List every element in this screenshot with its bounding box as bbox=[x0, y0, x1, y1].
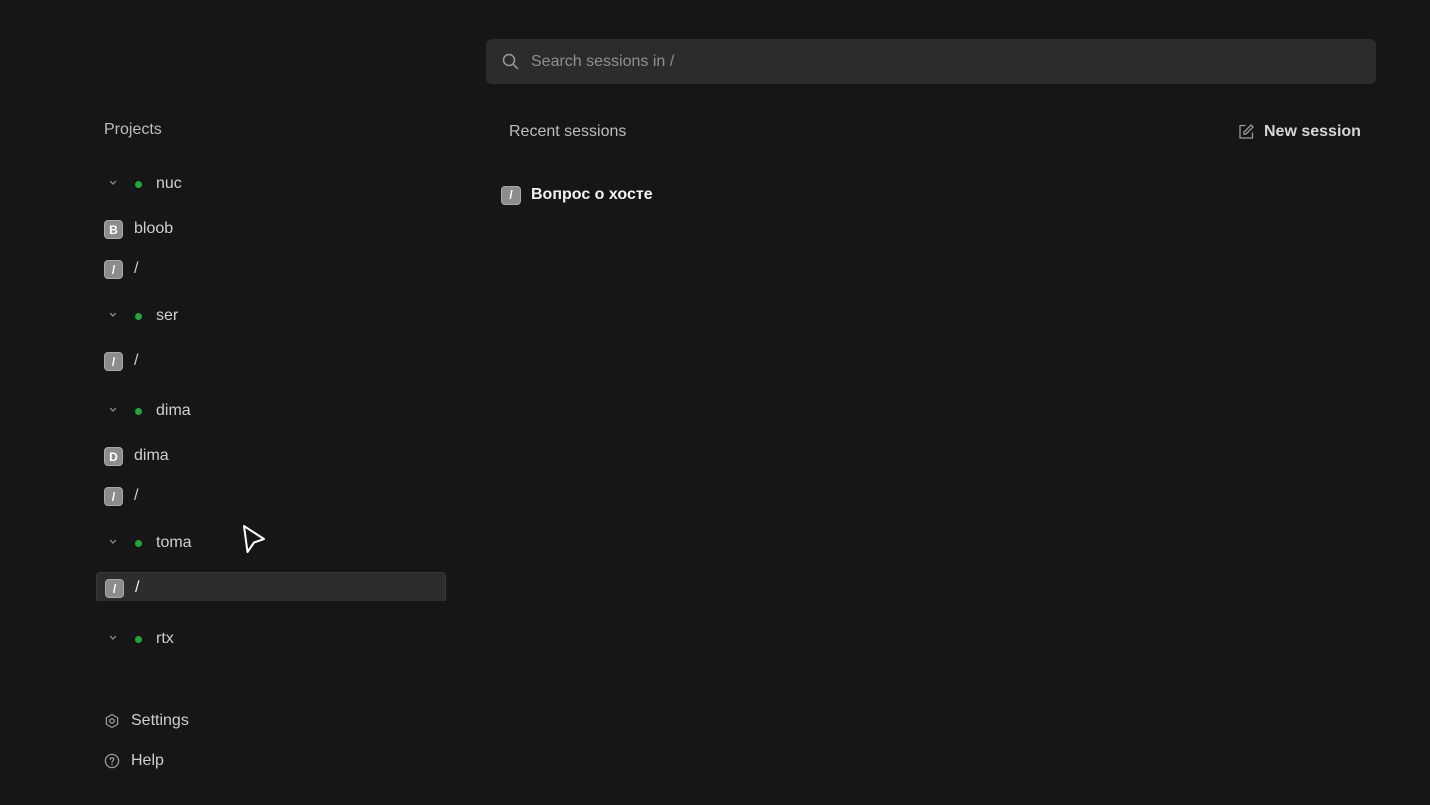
project-badge: / bbox=[104, 260, 123, 279]
recent-sessions-title: Recent sessions bbox=[509, 123, 627, 140]
project-label: / bbox=[135, 579, 140, 596]
chevron-down-icon[interactable] bbox=[109, 406, 117, 414]
status-online-dot bbox=[135, 313, 142, 320]
host-ser[interactable]: ser bbox=[96, 301, 446, 331]
project-badge: / bbox=[104, 487, 123, 506]
project-badge: B bbox=[104, 220, 123, 239]
mouse-cursor-icon bbox=[243, 525, 265, 553]
chevron-down-icon[interactable] bbox=[109, 311, 117, 319]
host-label: ser bbox=[156, 307, 179, 324]
settings-icon bbox=[105, 713, 119, 729]
help-icon bbox=[104, 753, 120, 769]
settings-label: Settings bbox=[131, 712, 189, 729]
host-nuc[interactable]: nuc bbox=[96, 169, 446, 199]
host-label: dima bbox=[156, 402, 191, 419]
host-label: toma bbox=[156, 534, 192, 551]
help-label: Help bbox=[131, 752, 164, 769]
project-item[interactable]: / / bbox=[96, 346, 446, 376]
project-label: bloob bbox=[134, 220, 174, 237]
project-label: / bbox=[134, 352, 139, 369]
session-title: Вопрос о хосте bbox=[531, 186, 653, 203]
project-badge: / bbox=[105, 579, 124, 598]
app-window: Projects nuc B bloob / / ser / / bbox=[0, 0, 1430, 805]
project-badge: / bbox=[104, 352, 123, 371]
chevron-down-icon[interactable] bbox=[109, 634, 117, 642]
host-label: rtx bbox=[156, 630, 174, 647]
new-session-button[interactable]: New session bbox=[1237, 121, 1361, 143]
edit-icon bbox=[1239, 124, 1254, 139]
session-badge: / bbox=[501, 185, 521, 205]
host-dima[interactable]: dima bbox=[96, 396, 446, 426]
project-item-selected[interactable]: / / bbox=[96, 572, 446, 601]
search-bar[interactable] bbox=[486, 39, 1376, 84]
project-item[interactable]: B bloob bbox=[96, 214, 446, 244]
projects-title: Projects bbox=[104, 121, 162, 138]
project-label: / bbox=[134, 260, 139, 277]
search-icon bbox=[502, 53, 519, 70]
help-link[interactable]: Help bbox=[104, 749, 164, 773]
project-item[interactable]: / / bbox=[96, 254, 446, 284]
status-online-dot bbox=[135, 540, 142, 547]
chevron-down-icon[interactable] bbox=[109, 538, 117, 546]
status-online-dot bbox=[135, 408, 142, 415]
host-label: nuc bbox=[156, 175, 182, 192]
chevron-down-icon[interactable] bbox=[109, 179, 117, 187]
project-label: / bbox=[134, 487, 139, 504]
settings-link[interactable]: Settings bbox=[104, 709, 189, 733]
project-badge: D bbox=[104, 447, 123, 466]
search-input[interactable] bbox=[531, 39, 1351, 84]
session-item[interactable]: / Вопрос о хосте bbox=[501, 184, 653, 206]
project-item[interactable]: / / bbox=[96, 481, 446, 511]
host-rtx[interactable]: rtx bbox=[96, 624, 446, 654]
status-online-dot bbox=[135, 181, 142, 188]
status-online-dot bbox=[135, 636, 142, 643]
new-session-label: New session bbox=[1264, 123, 1361, 140]
project-label: dima bbox=[134, 447, 169, 464]
project-item[interactable]: D dima bbox=[96, 441, 446, 471]
host-toma[interactable]: toma bbox=[96, 528, 446, 558]
